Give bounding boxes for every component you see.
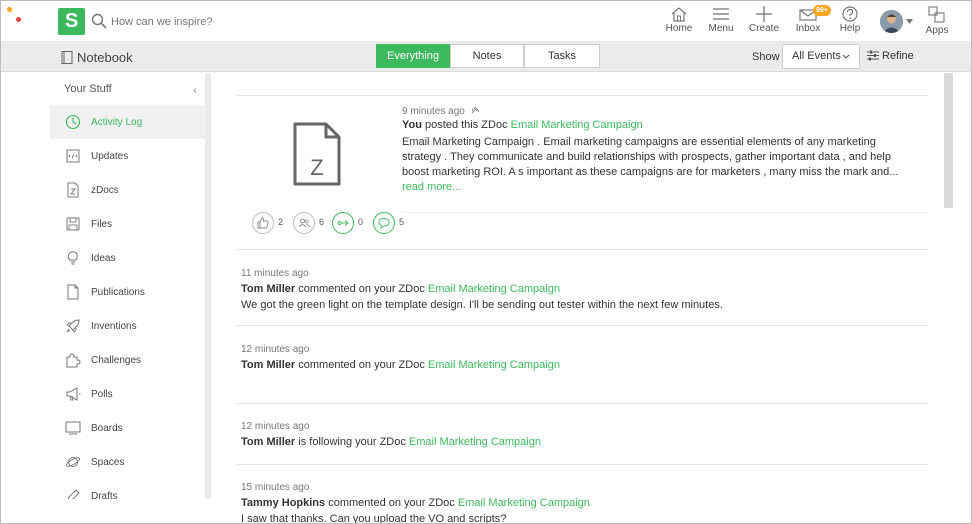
people-icon bbox=[298, 218, 310, 228]
feed-scrollbar[interactable] bbox=[941, 73, 955, 523]
svg-text:Z: Z bbox=[310, 155, 323, 180]
plus-icon bbox=[756, 6, 772, 22]
nav-create[interactable]: Create bbox=[747, 6, 781, 38]
sidebar-item-publications[interactable]: Publications bbox=[50, 275, 205, 309]
entry-actor[interactable]: Tom Miller bbox=[241, 359, 295, 371]
divider bbox=[236, 249, 928, 250]
account-caret-icon[interactable] bbox=[906, 19, 913, 24]
feed-entry: 15 minutes ago Tammy Hopkins commented o… bbox=[241, 482, 590, 524]
scroll-thumb[interactable] bbox=[944, 73, 953, 208]
zdoc-file-icon: Z bbox=[293, 122, 341, 186]
divider bbox=[236, 464, 928, 465]
sidebar-item-updates[interactable]: Updates bbox=[50, 139, 205, 173]
sidebar-item-challenges[interactable]: Challenges bbox=[50, 343, 205, 377]
entry-message: I saw that thanks. Can you upload the VO… bbox=[241, 513, 507, 524]
divider bbox=[236, 403, 928, 404]
feed-entry: 11 minutes ago Tom Miller commented on y… bbox=[241, 268, 723, 311]
post-time: 9 minutes ago bbox=[402, 106, 465, 117]
sidebar-item-boards[interactable]: Boards bbox=[50, 411, 205, 445]
page-title: Notebook bbox=[77, 50, 133, 65]
tab-notes[interactable]: Notes bbox=[450, 44, 524, 68]
pencil-icon bbox=[67, 489, 80, 499]
chevron-down-icon bbox=[842, 54, 850, 59]
divider bbox=[402, 212, 928, 213]
entry-actor[interactable]: Tom Miller bbox=[241, 283, 295, 295]
sidebar-item-files[interactable]: Files bbox=[50, 207, 205, 241]
top-bar: S Home Menu Create 99+ Inbox Help bbox=[1, 1, 971, 41]
sidebar-item-zdocs[interactable]: zDocs bbox=[50, 173, 205, 207]
help-icon bbox=[842, 6, 858, 22]
sliders-icon bbox=[867, 50, 879, 61]
updates-icon bbox=[66, 149, 80, 163]
sidebar: Your Stuff ‹ Activity Log Updates zDocs … bbox=[50, 73, 211, 499]
sidebar-collapse-icon[interactable]: ‹ bbox=[193, 83, 197, 97]
nav-menu[interactable]: Menu bbox=[706, 6, 736, 38]
feed-entry: 12 minutes ago Tom Miller is following y… bbox=[241, 421, 541, 448]
sidebar-item-activity-log[interactable]: Activity Log bbox=[50, 105, 205, 139]
app-logo[interactable]: S bbox=[58, 8, 85, 35]
post-body: Email Marketing Campaign . Email marketi… bbox=[402, 136, 899, 193]
sidebar-item-polls[interactable]: Polls bbox=[50, 377, 205, 411]
comment-icon bbox=[378, 218, 390, 229]
nav-home[interactable]: Home bbox=[664, 6, 694, 38]
doc-link[interactable]: Email Marketing Campaign bbox=[458, 497, 590, 509]
search-input[interactable] bbox=[111, 13, 311, 31]
show-label: Show bbox=[752, 51, 780, 63]
entry-actor[interactable]: Tom Miller bbox=[241, 436, 295, 448]
sidebar-item-ideas[interactable]: Ideas bbox=[50, 241, 205, 275]
tab-everything[interactable]: Everything bbox=[376, 44, 450, 68]
planet-icon bbox=[65, 457, 81, 467]
thumbs-up-icon bbox=[257, 217, 269, 229]
divider bbox=[236, 325, 928, 326]
publication-icon bbox=[67, 284, 79, 300]
share-icon bbox=[337, 220, 349, 226]
sidebar-item-inventions[interactable]: Inventions bbox=[50, 309, 205, 343]
doc-link[interactable]: Email Marketing Campaign bbox=[428, 359, 560, 371]
doc-link[interactable]: Email Marketing Campaign bbox=[428, 283, 560, 295]
nav-inbox[interactable]: 99+ Inbox bbox=[793, 5, 831, 38]
tab-tasks[interactable]: Tasks bbox=[524, 44, 600, 68]
search-icon[interactable] bbox=[91, 13, 107, 29]
avatar-image bbox=[880, 10, 903, 33]
doc-link[interactable]: Email Marketing Campaign bbox=[409, 436, 541, 448]
lightbulb-icon bbox=[67, 251, 78, 265]
sidebar-item-spaces[interactable]: Spaces bbox=[50, 445, 205, 479]
events-filter-dropdown[interactable]: All Events bbox=[782, 44, 860, 69]
home-icon bbox=[671, 7, 687, 22]
app-window: S Home Menu Create 99+ Inbox Help bbox=[0, 0, 972, 524]
inbox-badge: 99+ bbox=[813, 5, 831, 16]
puzzle-icon bbox=[66, 353, 81, 368]
refine-button[interactable]: Refine bbox=[867, 50, 914, 62]
brand-dots-icon bbox=[7, 7, 27, 27]
clock-icon bbox=[65, 114, 81, 130]
entry-actor[interactable]: Tammy Hopkins bbox=[241, 497, 325, 509]
board-icon bbox=[65, 421, 81, 435]
apps-icon bbox=[928, 6, 945, 23]
post-meta: 9 minutes ago bbox=[402, 105, 480, 117]
notebook-toolbar: Notebook Everything Notes Tasks Show All… bbox=[1, 41, 971, 72]
read-more-link[interactable]: read more... bbox=[402, 181, 461, 193]
hamburger-icon bbox=[713, 8, 729, 20]
zdoc-icon bbox=[67, 182, 79, 198]
nav-help[interactable]: Help bbox=[837, 6, 863, 38]
sidebar-item-drafts[interactable]: Drafts bbox=[50, 479, 205, 499]
megaphone-icon bbox=[66, 387, 81, 401]
pin-icon[interactable] bbox=[470, 105, 480, 115]
notebook-icon bbox=[61, 51, 73, 64]
zdoc-preview[interactable]: Z bbox=[292, 121, 342, 190]
entry-message: We got the green light on the template d… bbox=[241, 299, 723, 311]
post-headline: You posted this ZDoc Email Marketing Cam… bbox=[402, 119, 643, 131]
user-avatar[interactable] bbox=[880, 10, 903, 33]
files-icon bbox=[66, 217, 80, 231]
divider bbox=[236, 95, 928, 96]
doc-link[interactable]: Email Marketing Campaign bbox=[511, 119, 643, 131]
rocket-icon bbox=[66, 319, 80, 333]
nav-apps[interactable]: Apps bbox=[923, 6, 951, 38]
activity-feed: Z 9 minutes ago You posted this ZDoc Ema… bbox=[236, 73, 928, 524]
sidebar-heading: Your Stuff bbox=[64, 83, 112, 95]
feed-entry: 12 minutes ago Tom Miller commented on y… bbox=[241, 344, 560, 371]
